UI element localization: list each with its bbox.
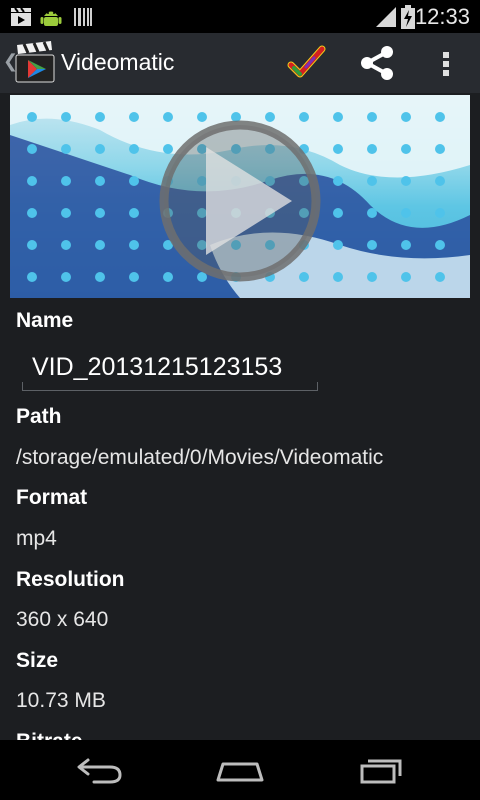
navigation-bar: [0, 740, 480, 800]
action-bar: ❮ Videomatic: [0, 33, 480, 93]
overflow-menu-button[interactable]: [426, 43, 466, 83]
home-icon: [216, 762, 264, 782]
back-button[interactable]: [70, 754, 130, 786]
signal-icon: [376, 7, 396, 27]
clock: 12:33: [414, 4, 470, 29]
video-thumbnail[interactable]: [10, 95, 470, 298]
resolution-label: Resolution: [16, 568, 125, 591]
barcode-icon: [74, 8, 92, 26]
home-button[interactable]: [210, 754, 270, 786]
back-icon: [77, 758, 122, 784]
format-value: mp4: [16, 527, 57, 550]
status-bar: 12:33: [0, 0, 480, 33]
name-input[interactable]: [22, 348, 322, 386]
resolution-value: 360 x 640: [16, 608, 109, 631]
field-edge-left: [22, 382, 23, 390]
android-icon: [40, 11, 62, 26]
name-label: Name: [16, 309, 74, 332]
video-frame-image: [10, 95, 470, 298]
overflow-menu-icon: [443, 52, 449, 76]
play-icon: [159, 120, 321, 282]
video-details: Name Path /storage/emulated/0/Movies/Vid…: [0, 93, 480, 740]
share-button[interactable]: [357, 43, 397, 83]
size-label: Size: [16, 649, 59, 672]
checkmark-icon: [287, 45, 326, 78]
bitrate-label: Bitrate: [16, 730, 83, 740]
size-value: 10.73 MB: [16, 689, 106, 712]
app-title: Videomatic: [61, 49, 175, 75]
recents-icon: [360, 759, 402, 784]
home-up-button[interactable]: ❮: [0, 33, 58, 93]
field-edge-right: [317, 382, 318, 390]
format-label: Format: [16, 486, 88, 509]
recents-button[interactable]: [352, 754, 412, 786]
confirm-button[interactable]: [286, 43, 326, 83]
name-field[interactable]: [22, 348, 322, 391]
path-value: /storage/emulated/0/Movies/Videomatic: [16, 446, 384, 469]
battery-icon: [401, 5, 415, 29]
path-label: Path: [16, 405, 62, 428]
share-icon: [361, 46, 393, 80]
videomatic-app-icon: [15, 41, 55, 83]
clapperboard-icon: [11, 7, 31, 26]
